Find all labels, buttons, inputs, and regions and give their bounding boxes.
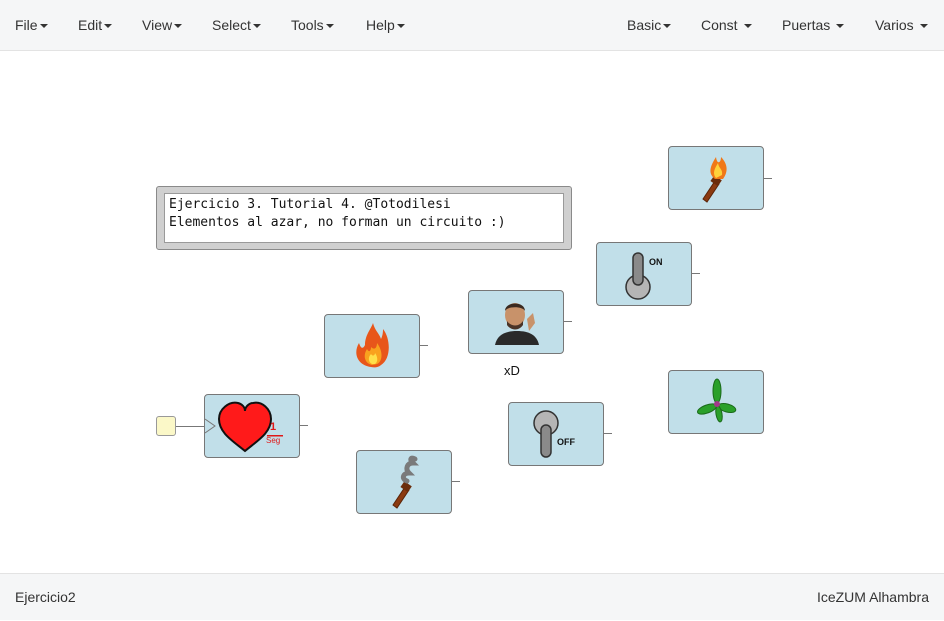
comment-text-area[interactable]: Ejercicio 3. Tutorial 4. @Totodilesi Ele… <box>164 193 564 243</box>
output-port[interactable] <box>420 345 428 346</box>
fire-block[interactable] <box>324 314 420 378</box>
menu-basic[interactable]: Basic <box>627 0 672 50</box>
caret-down-icon <box>39 24 48 29</box>
caret-down-icon <box>743 24 752 29</box>
menu-varios[interactable]: Varios <box>875 0 928 50</box>
switch-on-label: ON <box>649 257 663 267</box>
comment-line-2: Elementos al azar, no forman un circuito… <box>169 215 506 230</box>
torch-smoke-icon <box>392 455 420 509</box>
heart-numerator: 1 <box>270 421 277 433</box>
output-port[interactable] <box>604 433 612 434</box>
switch-off-icon <box>533 410 559 458</box>
caret-down-icon <box>663 24 672 29</box>
switch-off-label: OFF <box>557 437 575 447</box>
project-name: Ejercicio2 <box>15 589 76 605</box>
photo-block[interactable] <box>468 290 564 354</box>
input-pin[interactable] <box>156 416 176 436</box>
switch-off-block[interactable]: OFF <box>508 402 604 466</box>
torch-off-block[interactable] <box>356 450 452 514</box>
menu-puertas[interactable]: Puertas <box>782 0 845 50</box>
fire-icon <box>356 323 389 368</box>
torch-lit-icon <box>702 157 727 203</box>
propeller-block[interactable] <box>668 370 764 434</box>
output-port[interactable] <box>300 425 308 426</box>
caret-down-icon <box>252 24 261 29</box>
top-menubar: File Edit View Select Tools Help Basic C… <box>0 0 944 51</box>
caret-down-icon <box>104 24 113 29</box>
caret-down-icon <box>325 24 334 29</box>
caret-down-icon <box>919 24 928 29</box>
comment-line-1: Ejercicio 3. Tutorial 4. @Totodilesi <box>169 197 451 212</box>
menu-select[interactable]: Select <box>212 0 261 50</box>
heart-icon <box>205 401 283 453</box>
comment-block[interactable]: Ejercicio 3. Tutorial 4. @Totodilesi Ele… <box>156 186 572 250</box>
caret-down-icon <box>396 24 405 29</box>
torch-on-block[interactable] <box>668 146 764 210</box>
menu-tools[interactable]: Tools <box>291 0 334 50</box>
caret-down-icon <box>836 24 845 29</box>
circuit-canvas[interactable]: Ejercicio 3. Tutorial 4. @Totodilesi Ele… <box>0 51 944 573</box>
switch-on-block[interactable]: ON <box>596 242 692 306</box>
output-port[interactable] <box>692 273 700 274</box>
menu-view[interactable]: View <box>142 0 183 50</box>
person-photo-icon <box>493 299 541 345</box>
photo-block-label: xD <box>504 363 520 378</box>
output-port[interactable] <box>764 178 772 179</box>
heartbeat-block[interactable]: 1 Seg <box>204 394 300 458</box>
heart-denominator: Seg <box>266 436 281 445</box>
output-port[interactable] <box>564 321 572 322</box>
menu-edit[interactable]: Edit <box>78 0 113 50</box>
propeller-icon <box>697 378 737 423</box>
wire <box>176 426 204 427</box>
status-footer: Ejercicio2 IceZUM Alhambra <box>0 573 944 620</box>
menu-const[interactable]: Const <box>701 0 752 50</box>
menu-file[interactable]: File <box>15 0 48 50</box>
app-name: IceZUM Alhambra <box>816 589 929 605</box>
caret-down-icon <box>174 24 183 29</box>
output-port[interactable] <box>452 481 460 482</box>
switch-on-icon <box>625 252 651 300</box>
menu-help[interactable]: Help <box>366 0 405 50</box>
